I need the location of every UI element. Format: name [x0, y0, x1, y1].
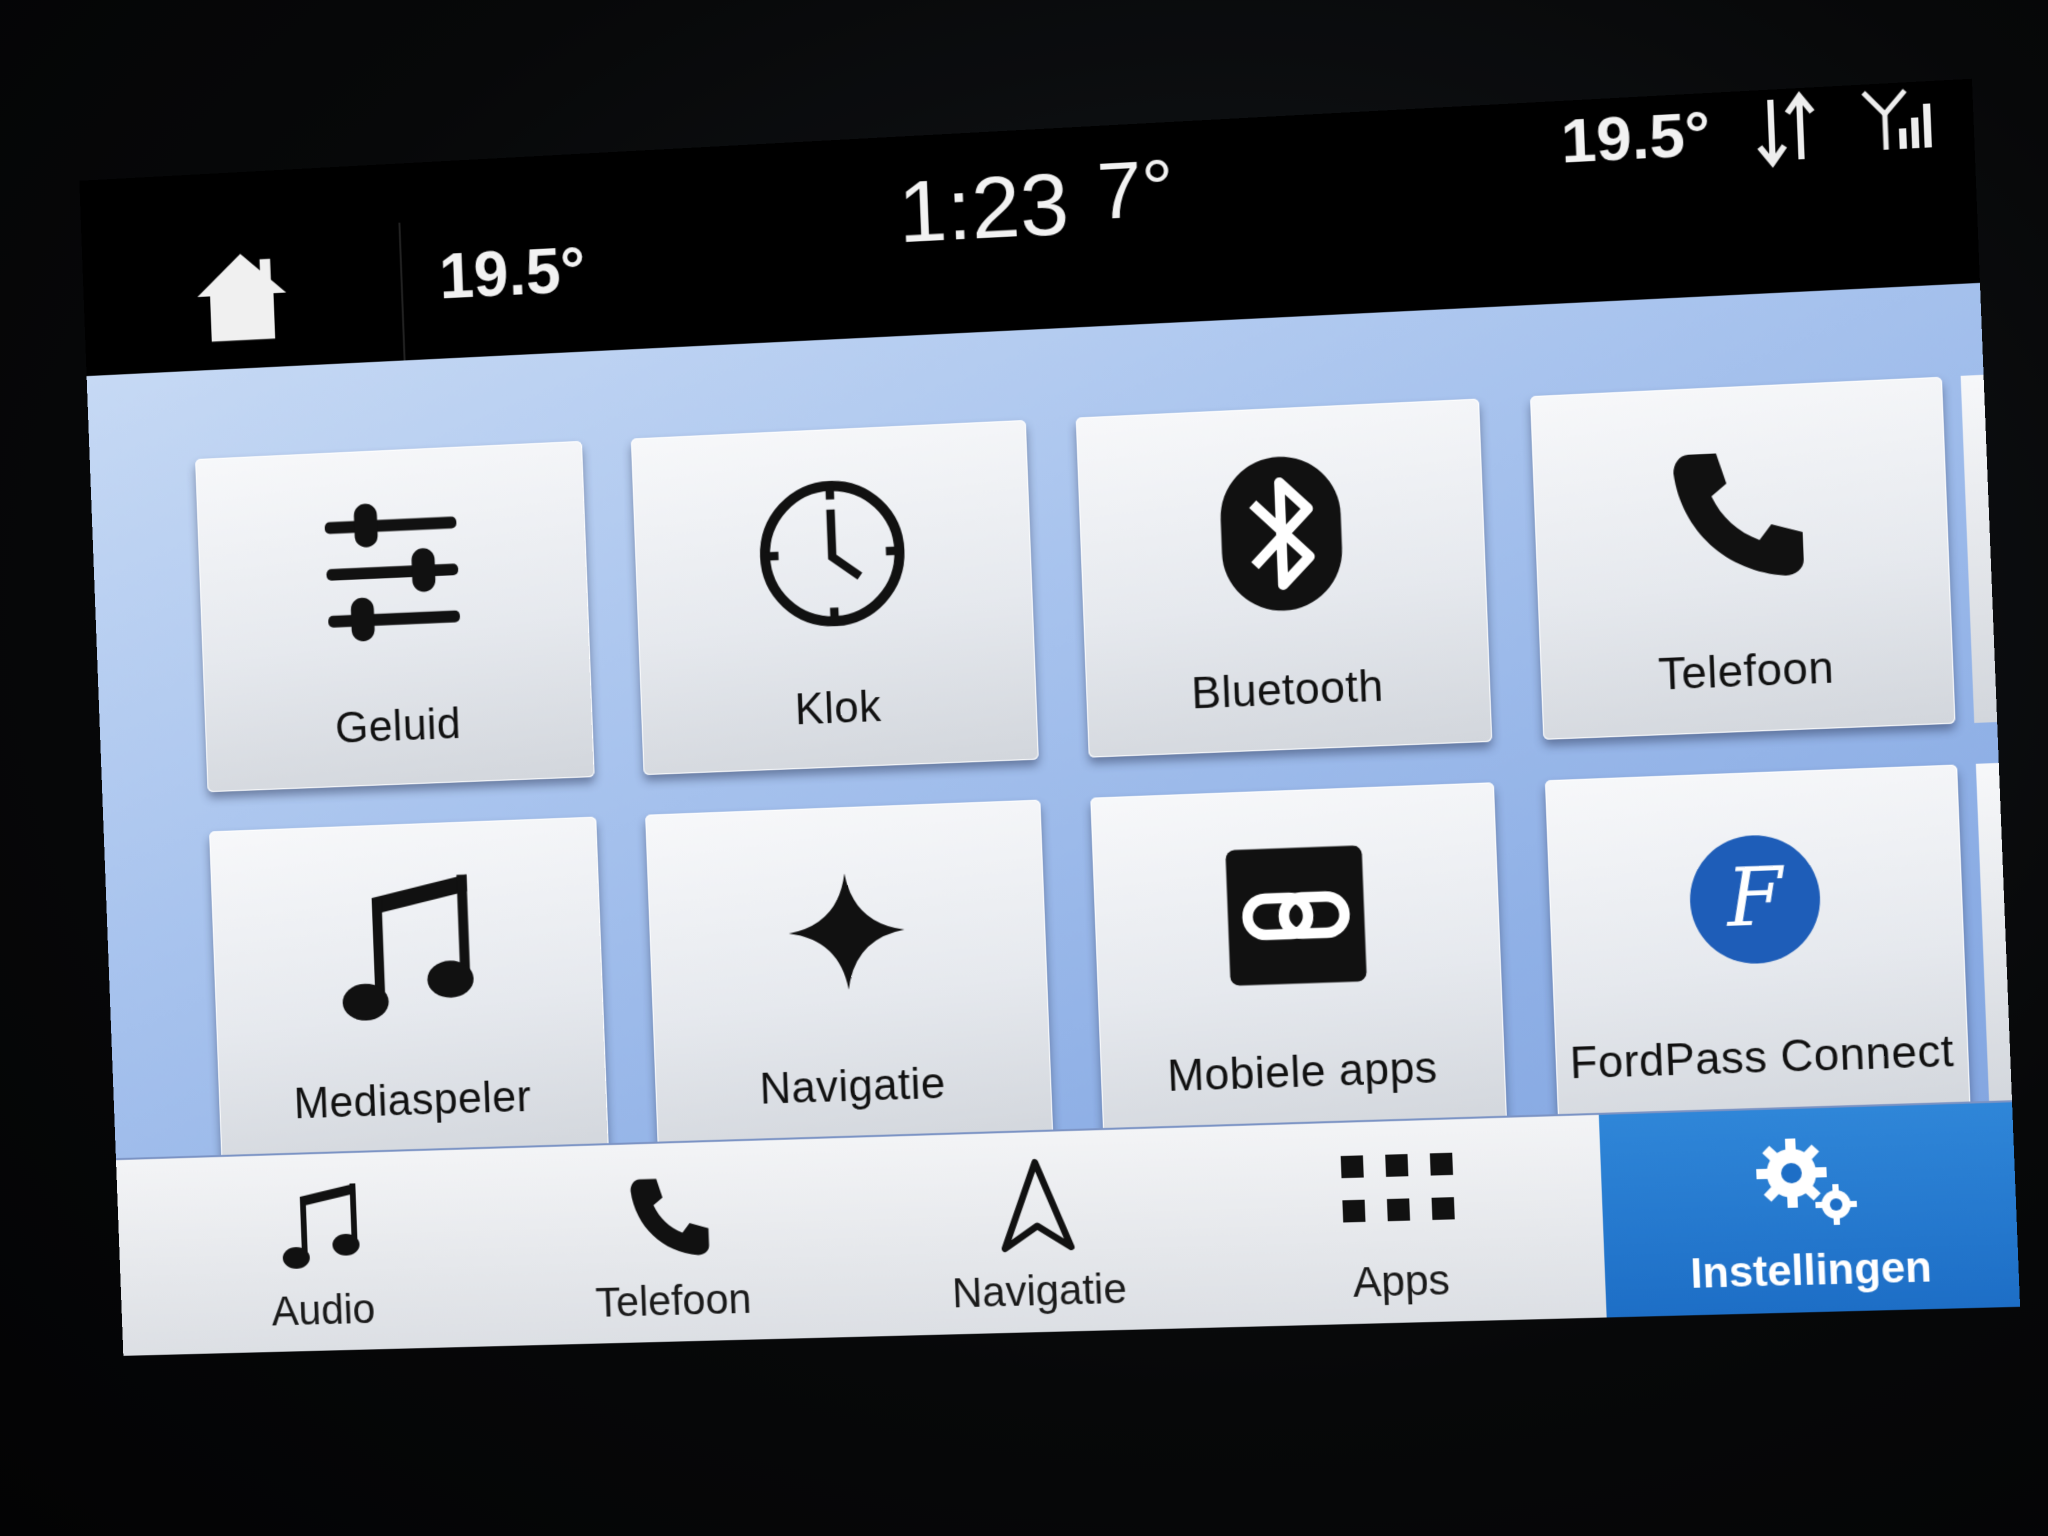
svg-text:F: F [1723, 851, 1787, 946]
nav-instellingen[interactable]: Instellingen [1598, 1102, 2021, 1318]
driver-temperature[interactable]: 19.5° [438, 233, 587, 313]
home-icon [195, 251, 288, 343]
tile-navigatie[interactable]: Navigatie [645, 799, 1054, 1152]
nav-label: Audio [270, 1285, 377, 1335]
home-button[interactable] [187, 238, 297, 351]
music-note-icon [341, 874, 475, 1022]
tile-label: Bluetooth [1190, 661, 1385, 719]
tile-geluid[interactable]: Geluid [195, 440, 595, 793]
tile-fordpass-connect[interactable]: F FordPass Connect [1544, 764, 1971, 1125]
tile-mobiele-apps[interactable]: Mobiele apps [1090, 782, 1508, 1139]
apps-grid-icon [1340, 1152, 1455, 1223]
sync-screen: 19.5° 1:23 7° 19.5° Geluid Klok Bluetoot… [79, 78, 2025, 1472]
phone-icon [629, 1176, 709, 1257]
tile-label: Telefoon [1657, 642, 1835, 700]
link-icon [1225, 845, 1367, 986]
nav-label: Telefoon [594, 1275, 753, 1326]
phone-icon [1672, 449, 1805, 581]
tile-label: Mediaspeler [292, 1072, 533, 1129]
tile-bluetooth[interactable]: Bluetooth [1075, 398, 1493, 758]
star-compass-icon [786, 871, 907, 992]
nav-label: Navigatie [951, 1264, 1128, 1317]
tile-label: Mobiele apps [1166, 1043, 1439, 1101]
tile-mediaspeler[interactable]: Mediaspeler [209, 816, 609, 1165]
nav-label: Instellingen [1689, 1242, 1933, 1297]
nav-navigatie[interactable]: Navigatie [854, 1127, 1221, 1337]
data-transfer-icon [1749, 87, 1824, 172]
bluetooth-icon [1218, 454, 1345, 614]
music-note-icon [282, 1183, 360, 1270]
nav-label: Apps [1351, 1255, 1451, 1306]
navigation-arrow-icon [987, 1154, 1086, 1257]
tile-label: Klok [793, 682, 883, 735]
fordpass-logo-icon: F [1687, 833, 1823, 966]
outside-temperature: 7° [1095, 142, 1176, 237]
nav-apps[interactable]: Apps [1213, 1116, 1586, 1328]
status-divider [398, 222, 406, 361]
nav-telefoon[interactable]: Telefoon [492, 1138, 852, 1346]
clock-icon [745, 465, 919, 641]
tile-klok[interactable]: Klok [630, 419, 1039, 776]
tile-label: FordPass Connect [1569, 1026, 1955, 1089]
tile-telefoon[interactable]: Telefoon [1529, 376, 1956, 740]
gears-icon [1756, 1138, 1857, 1225]
passenger-temperature[interactable]: 19.5° [1560, 98, 1712, 178]
sliders-icon [324, 503, 461, 642]
tile-label: Geluid [334, 699, 463, 753]
clock-display: 1:23 [896, 153, 1071, 262]
tile-label: Navigatie [758, 1058, 947, 1114]
nav-audio[interactable]: Audio [145, 1149, 500, 1355]
signal-strength-icon [1858, 81, 1932, 156]
